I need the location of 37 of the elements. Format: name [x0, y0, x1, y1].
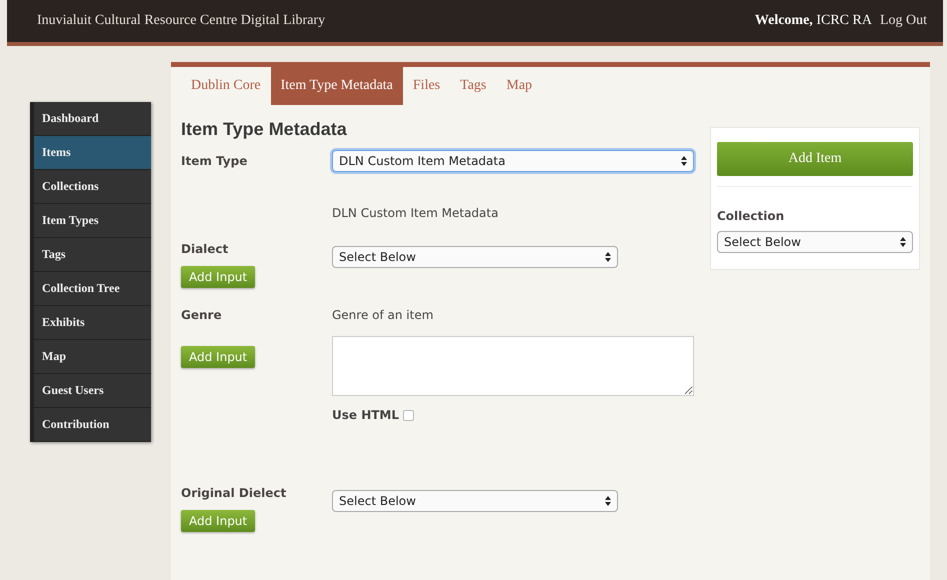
tab[interactable]: Tags	[450, 67, 496, 105]
welcome-text: Welcome, ICRC RA	[754, 13, 872, 29]
field-label: Original Dielect	[181, 485, 286, 500]
sidebar-item[interactable]: Dashboard	[34, 102, 151, 136]
sidebar-item[interactable]: Tags	[34, 238, 151, 272]
field-description: Genre of an item	[332, 308, 434, 322]
select-arrows-icon	[681, 156, 687, 166]
sidebar-item[interactable]: Map	[34, 340, 151, 374]
sidebar-item[interactable]: Contribution	[34, 408, 151, 442]
site-title: Inuvialuit Cultural Resource Centre Digital Library	[37, 13, 326, 29]
sidebar-item[interactable]: Exhibits	[34, 306, 151, 340]
dropdown[interactable]: Select Below	[332, 490, 618, 512]
select-arrows-icon	[605, 252, 611, 262]
dropdown[interactable]: DLN Custom Item Metadata	[332, 150, 694, 172]
dropdown[interactable]: Select Below	[332, 246, 618, 268]
dropdown[interactable]: Select Below	[717, 231, 913, 253]
tab[interactable]: Map	[496, 67, 542, 105]
tab[interactable]: Files	[402, 67, 450, 105]
sidebar-item[interactable]: Collection Tree	[34, 272, 151, 306]
sidebar-item[interactable]: Collections	[34, 170, 151, 204]
text-area[interactable]	[332, 336, 694, 396]
collection-label: Collection	[717, 208, 786, 223]
tab[interactable]: Dublin Core	[181, 67, 271, 105]
sidebar-item[interactable]: Item Types	[34, 204, 151, 238]
select-arrows-icon	[605, 496, 611, 506]
field-label: Genre	[181, 307, 222, 322]
sidebar-item[interactable]: Items	[34, 136, 151, 170]
select-arrows-icon	[900, 237, 906, 247]
field-label: Item Type	[181, 153, 248, 168]
field-description: DLN Custom Item Metadata	[332, 206, 498, 220]
checkbox[interactable]	[403, 410, 414, 420]
sidebar-item[interactable]: Guest Users	[34, 374, 151, 408]
tab[interactable]: Item Type Metadata	[270, 67, 403, 105]
checkbox-label: Use HTML	[332, 408, 400, 422]
page-heading: Item Type Metadata	[181, 119, 348, 140]
field-label: Dialect	[181, 241, 228, 256]
logout-link[interactable]: Log Out	[880, 13, 927, 29]
